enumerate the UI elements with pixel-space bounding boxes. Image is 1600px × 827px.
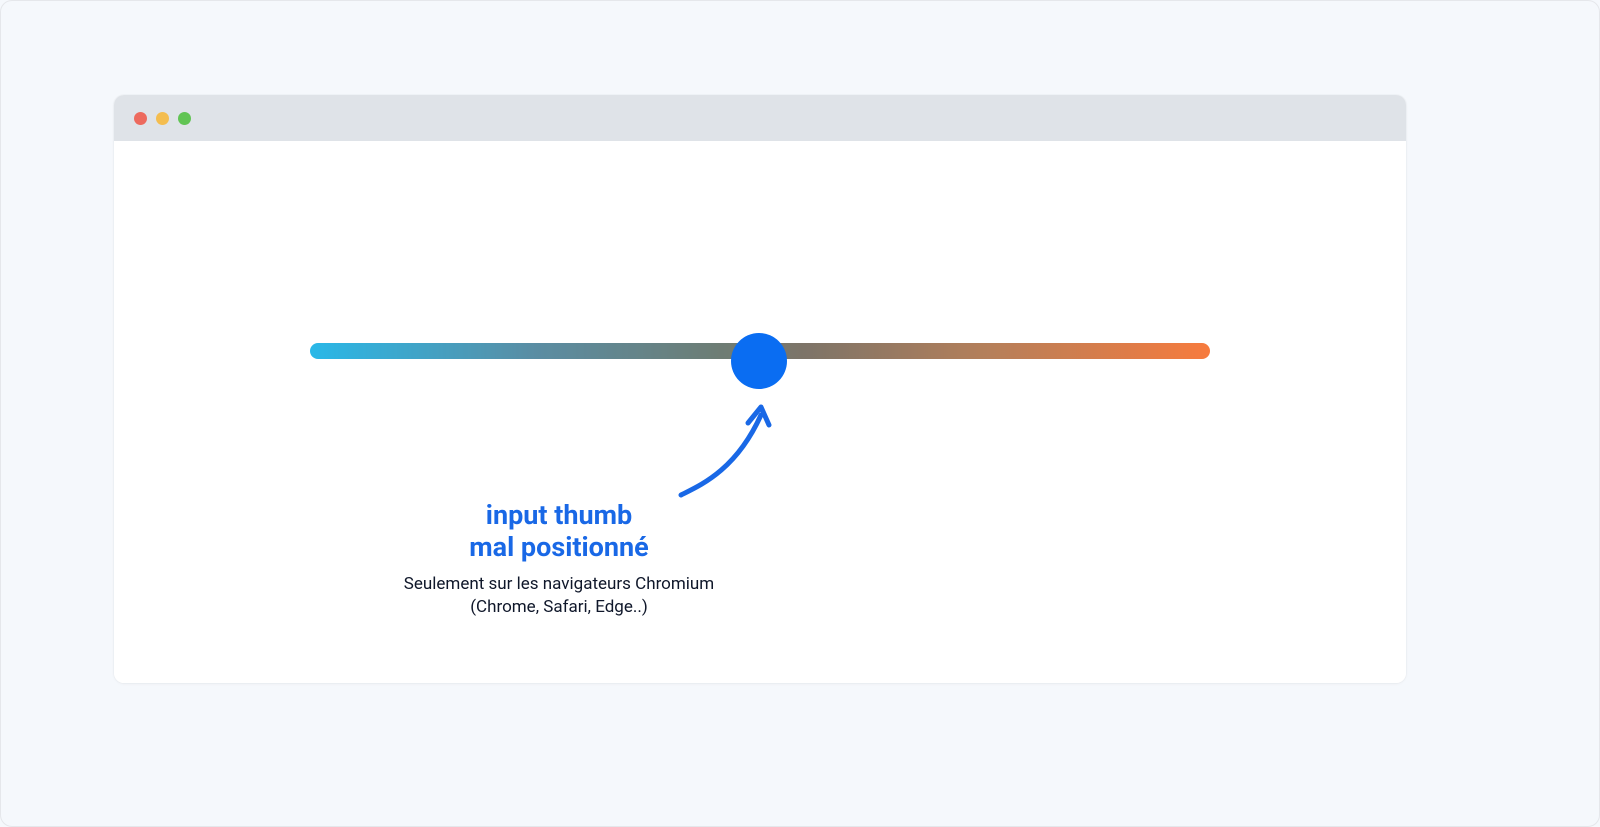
annotation-subtitle-line1: Seulement sur les navigateurs Chromium xyxy=(404,574,714,594)
window-maximize-icon[interactable] xyxy=(178,112,191,125)
annotation-subtitle-line2: (Chrome, Safari, Edge..) xyxy=(470,597,648,617)
window-minimize-icon[interactable] xyxy=(156,112,169,125)
window-close-icon[interactable] xyxy=(134,112,147,125)
annotation-title-line2: mal positionné xyxy=(469,531,649,563)
annotation-title-line1: input thumb xyxy=(486,499,632,531)
window-content: input thumb mal positionné Seulement sur… xyxy=(114,141,1406,683)
range-slider-thumb[interactable] xyxy=(731,333,787,389)
annotation-title: input thumb mal positionné xyxy=(384,499,734,564)
window-titlebar xyxy=(114,95,1406,141)
browser-window-mock: input thumb mal positionné Seulement sur… xyxy=(114,95,1406,683)
annotation-subtitle: Seulement sur les navigateurs Chromium (… xyxy=(384,573,734,619)
annotation-arrow-icon xyxy=(666,395,786,505)
